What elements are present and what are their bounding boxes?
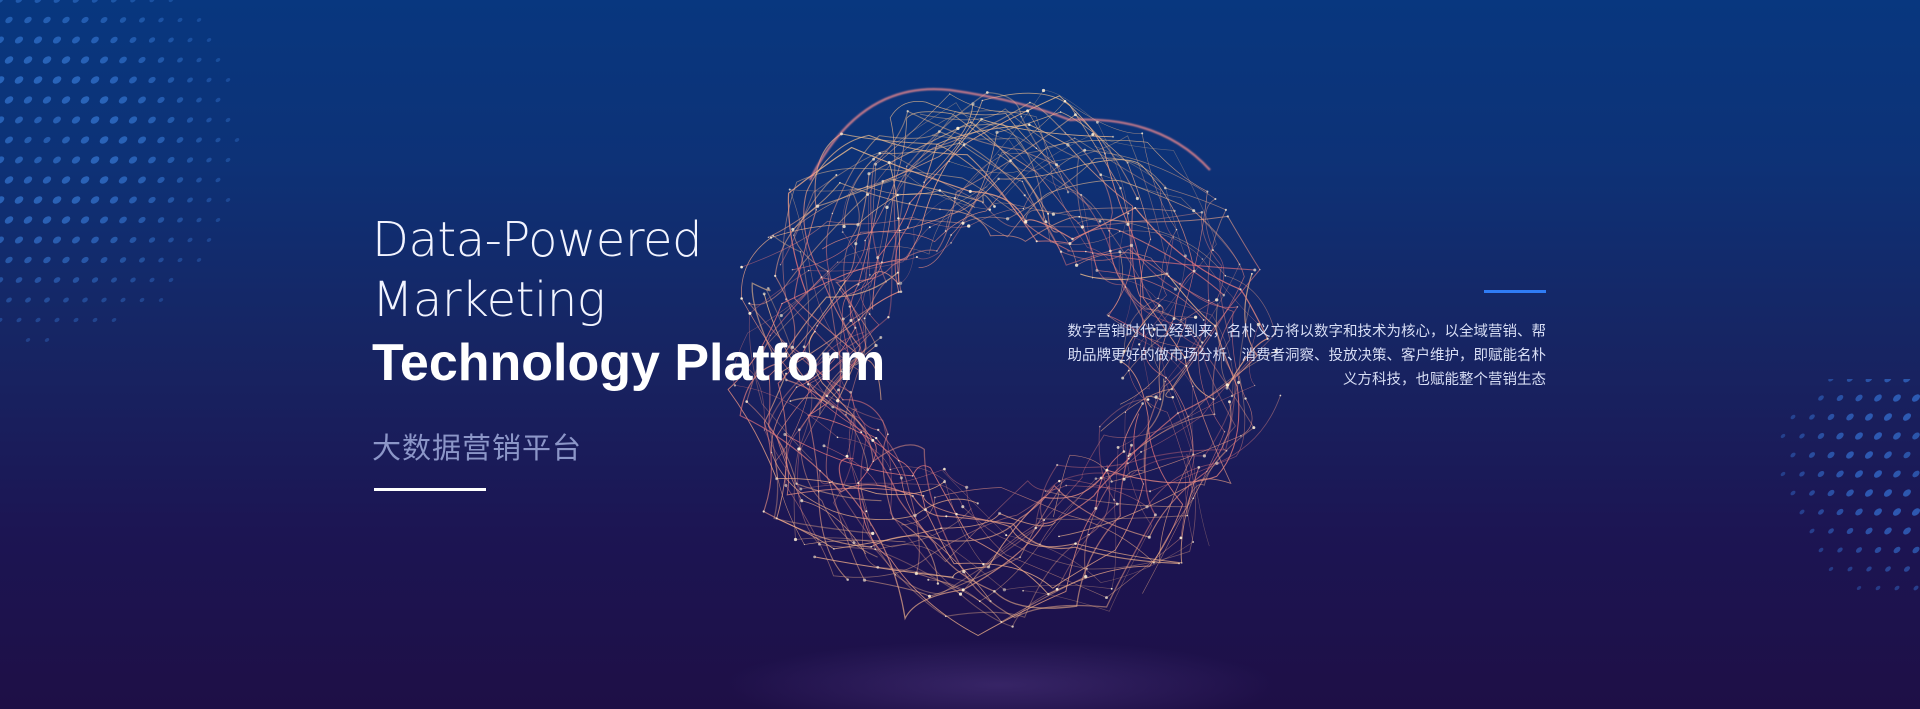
- headline-line-1: Data-Powered: [372, 212, 703, 268]
- description-accent-line: [1484, 290, 1546, 293]
- halftone-dots-top-left: [0, 0, 240, 342]
- halftone-dots-bottom-right: [1780, 379, 1920, 591]
- hero-banner: Data-Powered Marketing Technology Platfo…: [0, 0, 1920, 709]
- chinese-subtitle: 大数据营销平台: [372, 431, 583, 465]
- headline: Data-Powered Marketing Technology Platfo…: [372, 210, 885, 394]
- headline-line-3: Technology Platform: [372, 334, 886, 392]
- description-text: 数字营销时代已经到来，名朴义方将以数字和技术为核心，以全域营销、帮助品牌更好的做…: [1067, 324, 1547, 388]
- title-underline: [374, 488, 486, 491]
- headline-line-2: Marketing: [372, 272, 606, 328]
- bottom-glow: [720, 640, 1280, 709]
